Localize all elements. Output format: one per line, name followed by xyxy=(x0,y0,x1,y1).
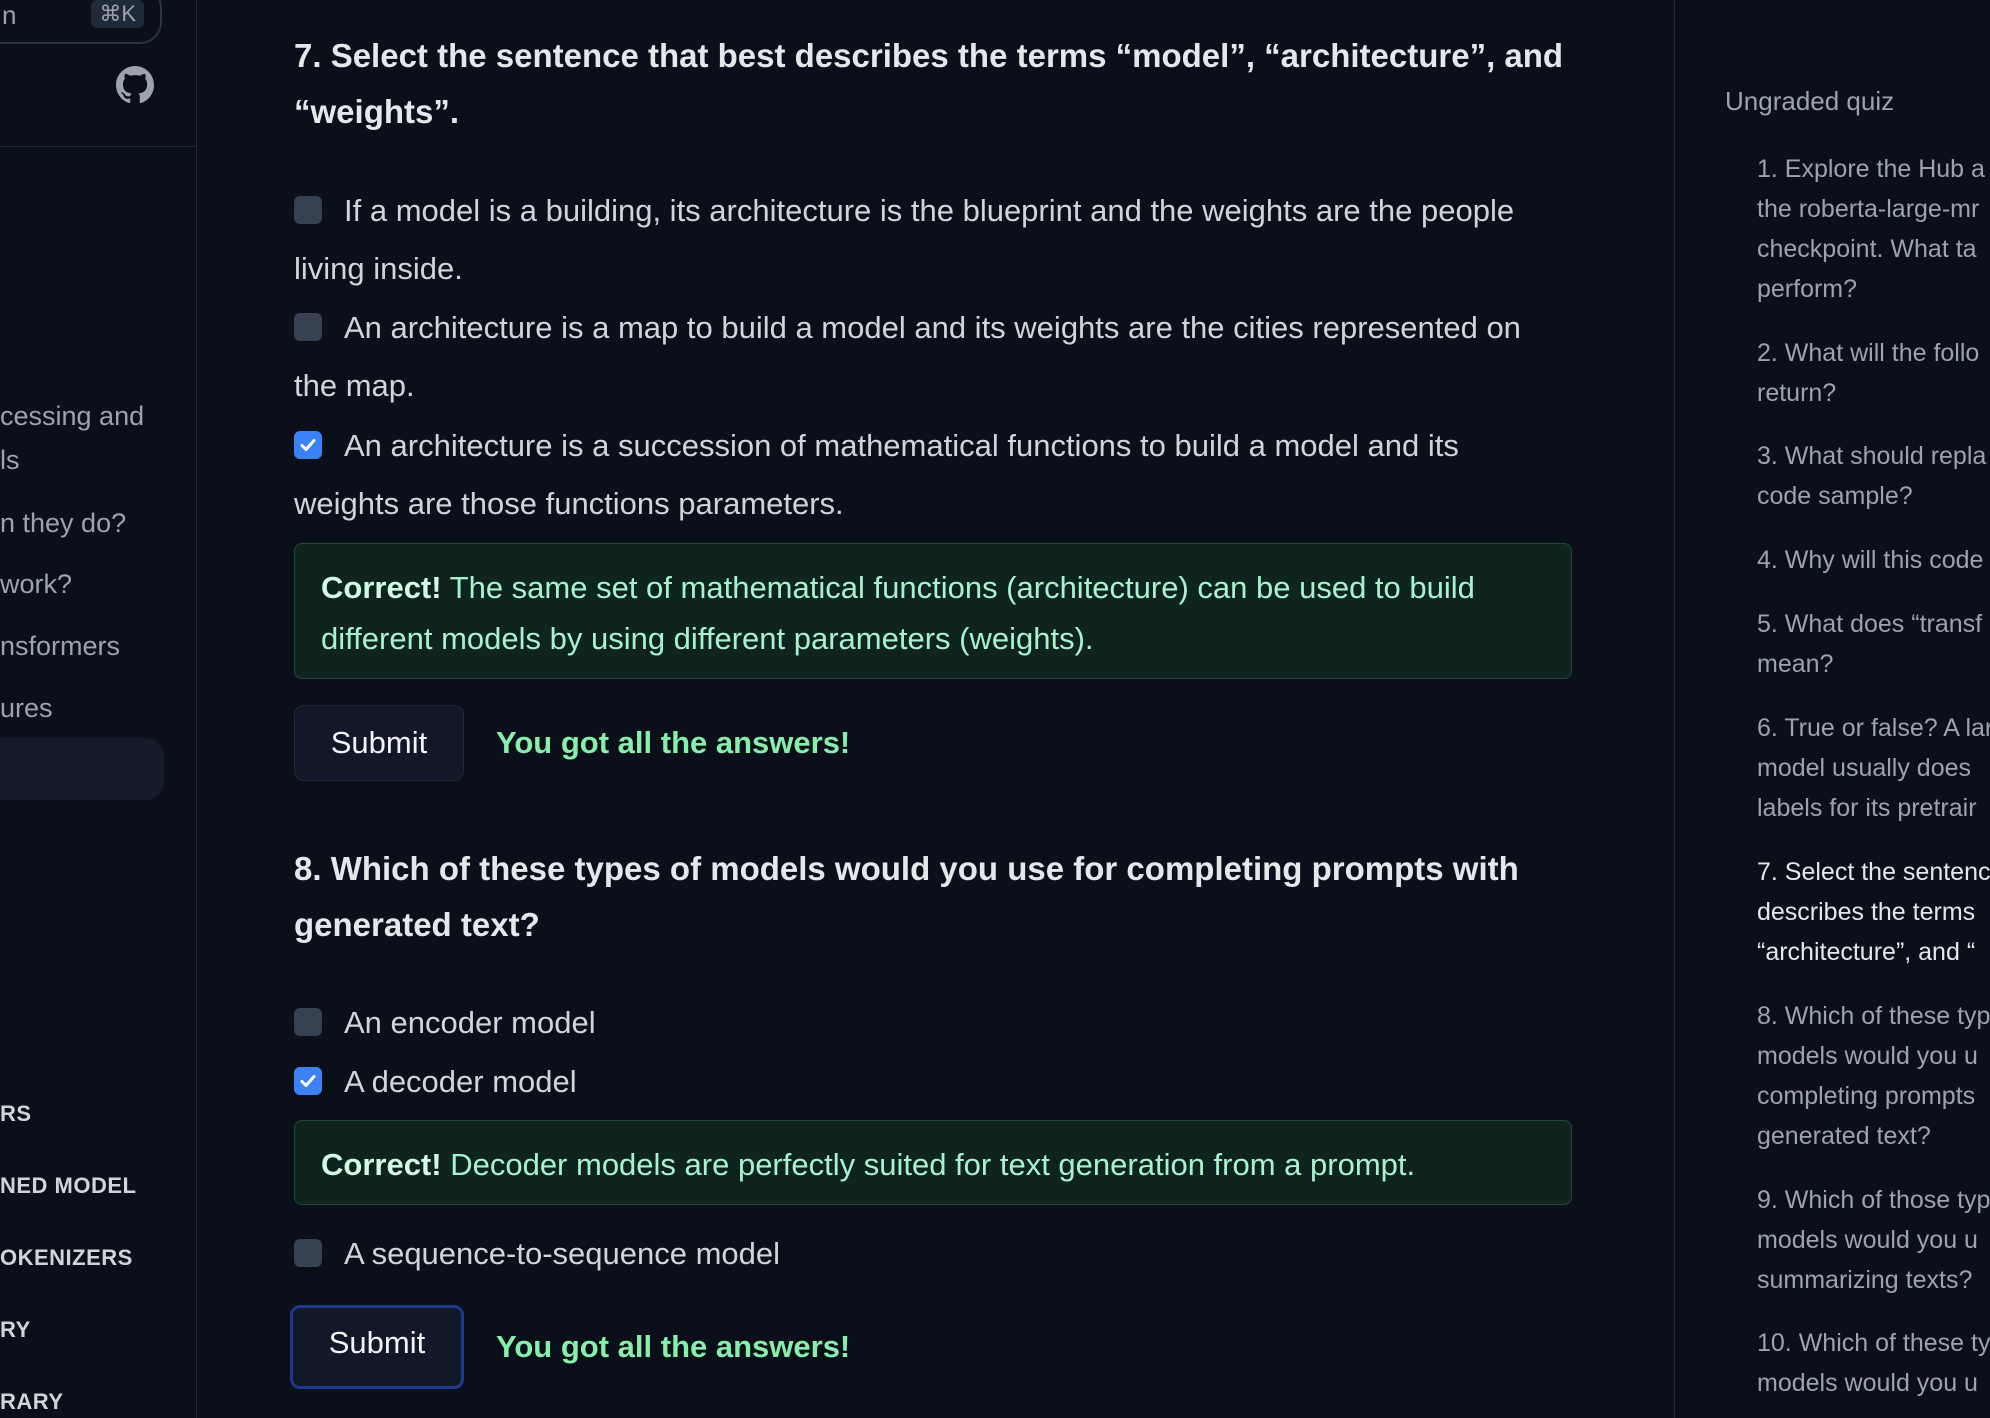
checkbox[interactable] xyxy=(294,313,322,341)
sidebar-section-heading[interactable]: RY xyxy=(0,1317,31,1343)
toc-item-line: 7. Select the sentenc xyxy=(1757,858,1990,886)
feedback-label: Correct! xyxy=(321,570,442,605)
q7-option-3[interactable]: An architecture is a succession of mathe… xyxy=(294,417,1764,533)
toc-item-line: 10. Which of these ty xyxy=(1757,1329,1990,1357)
option-label: An architecture is a succession of mathe… xyxy=(344,428,1459,463)
toc-item[interactable]: 3. What should repla code sample? xyxy=(1757,436,1990,516)
q8-feedback: Correct! Decoder models are perfectly su… xyxy=(294,1120,1572,1205)
toc-item[interactable]: 10. Which of these ty models would you u xyxy=(1757,1323,1990,1403)
toc-item-line: “architecture”, and “ xyxy=(1757,938,1976,966)
sidebar-item[interactable]: cessing and xyxy=(0,396,144,436)
q7-option-1[interactable]: If a model is a building, its architectu… xyxy=(294,182,1764,298)
option-label-cont: the map. xyxy=(294,368,415,403)
toc-item[interactable]: 6. True or false? A lar model usually do… xyxy=(1757,708,1990,828)
toc-item-line: completing prompts xyxy=(1757,1082,1976,1110)
sidebar-divider xyxy=(0,146,196,147)
question-title-line: 8. Which of these types of models would … xyxy=(294,850,1519,887)
question-title-line: “weights”. xyxy=(294,93,460,130)
main-content: 7. Select the sentence that best describ… xyxy=(196,0,1674,1418)
toc-item[interactable]: 1. Explore the Hub a the roberta-large-m… xyxy=(1757,149,1990,309)
toc-item-line: summarizing texts? xyxy=(1757,1266,1973,1294)
question-8-title: 8. Which of these types of models would … xyxy=(294,841,1794,953)
toc-item-line: the roberta-large-mr xyxy=(1757,195,1980,223)
toc-item-line: mean? xyxy=(1757,650,1834,678)
toc-item-line: 8. Which of these typ xyxy=(1757,1002,1990,1030)
checkmark-icon xyxy=(300,439,316,451)
toc-item-line: 6. True or false? A lar xyxy=(1757,714,1990,742)
checkbox-checked[interactable] xyxy=(294,431,322,459)
q7-option-2[interactable]: An architecture is a map to build a mode… xyxy=(294,299,1764,415)
toc-item-line: 3. What should repla xyxy=(1757,442,1987,470)
toc-item[interactable]: 2. What will the follo return? xyxy=(1757,333,1990,413)
feedback-text: Decoder models are perfectly suited for … xyxy=(441,1147,1416,1182)
q7-result-message: You got all the answers! xyxy=(496,725,851,760)
option-label: An encoder model xyxy=(344,1005,596,1040)
toc-item-line: code sample? xyxy=(1757,482,1913,510)
toc-item-line: 4. Why will this code xyxy=(1757,546,1984,574)
toc-item-line: perform? xyxy=(1757,275,1858,303)
checkmark-icon xyxy=(300,1075,316,1087)
sidebar-section-heading[interactable]: NED MODEL xyxy=(0,1173,137,1199)
search-shortcut-badge: ⌘K xyxy=(91,0,144,28)
q7-feedback: Correct! The same set of mathematical fu… xyxy=(294,543,1572,679)
option-label: A sequence-to-sequence model xyxy=(344,1236,781,1271)
toc-item-line: return? xyxy=(1757,379,1837,407)
toc-heading[interactable]: Ungraded quiz xyxy=(1725,86,1894,117)
q8-option-3[interactable]: A sequence-to-sequence model xyxy=(294,1225,1764,1283)
sidebar-item[interactable]: work? xyxy=(0,564,72,604)
checkbox-checked[interactable] xyxy=(294,1067,322,1095)
q8-option-2[interactable]: A decoder model xyxy=(294,1053,1764,1111)
toc-item-line: checkpoint. What ta xyxy=(1757,235,1977,263)
sidebar-item[interactable]: ls xyxy=(0,440,20,480)
sidebar-item[interactable]: n they do? xyxy=(0,503,126,543)
q8-option-1[interactable]: An encoder model xyxy=(294,994,1764,1052)
sidebar-section-heading[interactable]: RS xyxy=(0,1101,32,1127)
sidebar-item[interactable]: ures xyxy=(0,688,53,728)
question-title-line: generated text? xyxy=(294,906,540,943)
q8-submit-button[interactable]: Submit xyxy=(290,1305,464,1389)
option-label-cont: weights are those functions parameters. xyxy=(294,486,844,521)
toc-item-line: 9. Which of those typ xyxy=(1757,1186,1990,1214)
search-input[interactable]: n ⌘K xyxy=(0,0,162,44)
question-7-title: 7. Select the sentence that best describ… xyxy=(294,28,1794,140)
feedback-text-cont: different models by using different para… xyxy=(321,621,1094,656)
checkbox[interactable] xyxy=(294,1008,322,1036)
feedback-text: The same set of mathematical functions (… xyxy=(441,570,1475,605)
option-label: If a model is a building, its architectu… xyxy=(344,193,1515,228)
option-label: An architecture is a map to build a mode… xyxy=(344,310,1521,345)
github-icon[interactable] xyxy=(116,66,154,104)
toc-item-line: labels for its pretrair xyxy=(1757,794,1977,822)
toc-item-line: models would you u xyxy=(1757,1369,1978,1397)
q7-submit-button[interactable]: Submit xyxy=(294,705,464,781)
q8-result-message: You got all the answers! xyxy=(496,1329,851,1364)
toc-item-line: 5. What does “transf xyxy=(1757,610,1983,638)
sidebar-item[interactable]: nsformers xyxy=(0,626,120,666)
toc-item-line: models would you u xyxy=(1757,1042,1978,1070)
sidebar-section-heading[interactable]: RARY xyxy=(0,1389,64,1415)
option-label-cont: living inside. xyxy=(294,251,463,286)
toc-item[interactable]: 9. Which of those typ models would you u… xyxy=(1757,1180,1990,1300)
toc-item-line: 1. Explore the Hub a xyxy=(1757,155,1985,183)
sidebar-section-heading[interactable]: OKENIZERS xyxy=(0,1245,133,1271)
question-title-line: 7. Select the sentence that best describ… xyxy=(294,37,1564,74)
toc-item-active[interactable]: 7. Select the sentenc describes the term… xyxy=(1757,852,1990,972)
search-placeholder: n xyxy=(2,0,17,30)
toc-item-line: model usually does xyxy=(1757,754,1972,782)
toc-item[interactable]: 4. Why will this code xyxy=(1757,540,1990,580)
toc-item-line: models would you u xyxy=(1757,1226,1978,1254)
toc-item-line: 2. What will the follo xyxy=(1757,339,1980,367)
checkbox[interactable] xyxy=(294,1239,322,1267)
option-label: A decoder model xyxy=(344,1064,577,1099)
sidebar-item-active[interactable] xyxy=(0,738,164,800)
left-sidebar: n ⌘K cessing and ls n they do? work? nsf… xyxy=(0,0,197,1418)
toc-item[interactable]: 8. Which of these typ models would you u… xyxy=(1757,996,1990,1156)
feedback-label: Correct! xyxy=(321,1147,442,1182)
checkbox[interactable] xyxy=(294,196,322,224)
toc-item[interactable]: 5. What does “transf mean? xyxy=(1757,604,1990,684)
table-of-contents: Ungraded quiz 1. Explore the Hub a the r… xyxy=(1674,0,1990,1418)
toc-item-line: describes the terms xyxy=(1757,898,1976,926)
toc-item-line: generated text? xyxy=(1757,1122,1931,1150)
